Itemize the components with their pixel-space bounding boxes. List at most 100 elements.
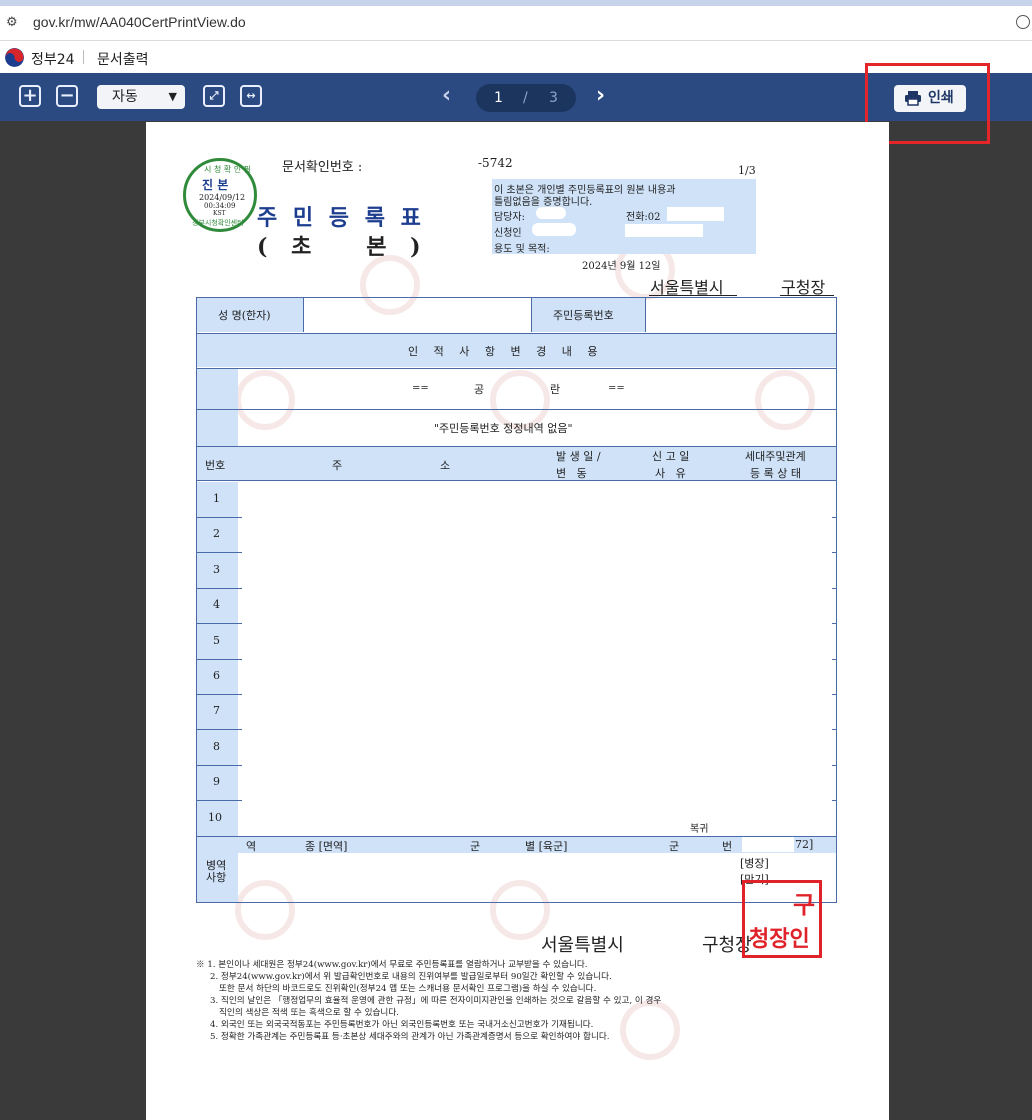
col-status: 등 록 상 태 xyxy=(750,467,801,480)
row-right-tick xyxy=(832,729,836,731)
document-page-indicator: 1/3 xyxy=(738,164,756,177)
note-line: 직인의 색상은 적색 또는 흑색으로 할 수 있습니다. xyxy=(219,1008,399,1018)
brand-name[interactable]: 정부24 xyxy=(31,49,75,69)
redaction xyxy=(625,224,703,237)
row-divider xyxy=(197,800,242,802)
blank-mark-right: == xyxy=(608,383,625,394)
military-kind: 종 [면역] xyxy=(305,840,348,853)
register-table xyxy=(196,297,837,903)
chevron-down-icon: ▼ xyxy=(168,90,177,103)
gov24-logo xyxy=(5,48,24,67)
col-report: 신 고 일 xyxy=(652,450,690,463)
page-separator: / xyxy=(523,90,528,106)
row-divider xyxy=(197,658,242,660)
current-page[interactable]: 1 xyxy=(494,84,503,112)
confirm-label: 문서확인번호 : xyxy=(282,160,363,175)
blank-word2: 란 xyxy=(550,383,561,396)
row-right-tick xyxy=(832,800,836,802)
chevron-left-icon[interactable]: ‹ xyxy=(442,83,451,109)
col-no: 번호 xyxy=(205,459,226,472)
certified-stamp: 시 청 확 인 필 진 본 2024/09/12 00:34:09 KST 정부… xyxy=(183,158,257,232)
personal-section-title: 인 적 사 항 변 경 내 용 xyxy=(408,345,604,358)
col-occur: 발 생 일 / xyxy=(556,450,601,463)
official-seal: 구 청장인 xyxy=(742,880,822,958)
stamp-tz: KST xyxy=(213,210,226,217)
note-line: ※ 1. 본인이나 세대원은 정부24(www.gov.kr)에서 무료로 주민… xyxy=(196,960,588,970)
manager-label: 담당자: xyxy=(494,212,525,223)
row-number: 6 xyxy=(213,669,220,682)
military-number-tail: 72] xyxy=(795,838,814,851)
row-number: 1 xyxy=(213,492,220,505)
row-right-tick xyxy=(832,658,836,660)
row-right-tick xyxy=(832,623,836,625)
row-number: 8 xyxy=(213,739,220,753)
redaction xyxy=(532,223,576,236)
note-line: 또한 문서 하단의 바코드로도 진위확인(정부24 앱 또는 스캐너용 문서확인… xyxy=(219,984,597,994)
page-title: 문서출력 xyxy=(97,52,149,68)
stamp-main: 진 본 xyxy=(202,178,229,192)
document-subtitle: ( 초 본 ) xyxy=(257,234,429,260)
divider xyxy=(303,298,304,332)
stamp-top-text: 시 청 확 인 필 xyxy=(204,165,251,174)
fit-width-icon[interactable]: ↔ xyxy=(240,85,262,107)
col-change: 변 동 xyxy=(556,467,587,480)
military-row xyxy=(197,836,836,853)
divider xyxy=(83,50,84,64)
page-indicator[interactable]: 1 / 3 xyxy=(476,84,576,112)
chevron-right-icon[interactable]: › xyxy=(596,83,605,109)
row-divider xyxy=(197,517,242,518)
blank-mark-left: == xyxy=(412,383,429,394)
phone-label: 전화:02 xyxy=(626,212,661,223)
military-branch: 별 [육군] xyxy=(525,840,568,853)
zoom-select-value: 자동 xyxy=(112,89,138,105)
zoom-in-icon[interactable]: + xyxy=(19,85,41,107)
note-line: 5. 정확한 가족관계는 주민등록표 등·초본상 세대주와의 관계가 아닌 가족… xyxy=(210,1032,610,1042)
row-divider xyxy=(197,587,242,589)
zoom-out-icon[interactable]: − xyxy=(56,85,78,107)
row-divider xyxy=(197,623,242,625)
issue-date: 2024년 9월 12일 xyxy=(582,261,661,272)
col-addr2: 소 xyxy=(440,459,451,472)
stamp-bottom-text: 정부시청확인센터 xyxy=(192,219,244,227)
confirm-number: -5742 xyxy=(478,156,513,170)
reinstate-text: 복귀 xyxy=(690,824,709,835)
zoom-select[interactable]: 자동 ▼ xyxy=(97,85,185,109)
col-household: 세대주및관계 xyxy=(745,450,806,463)
seal-text2: 청장인 xyxy=(749,926,810,952)
divider xyxy=(780,295,834,296)
correction-note: "주민등록번호 정정내역 없음" xyxy=(434,422,573,435)
note-line: 2. 정부24(www.gov.kr)에서 위 발급확인번호로 내용의 진위여부… xyxy=(210,972,612,982)
fit-page-icon[interactable]: ⤢ xyxy=(203,85,225,107)
military-branch-label: 군 xyxy=(470,840,481,853)
row-number: 3 xyxy=(213,562,220,576)
seal-text1: 구 xyxy=(793,890,816,919)
row-right-tick xyxy=(832,552,836,554)
row-right-tick xyxy=(832,587,836,589)
row-divider xyxy=(197,552,242,554)
rrn-label: 주민등록번호 xyxy=(553,309,614,322)
footer-city: 서울특별시 xyxy=(541,935,624,956)
row-right-tick xyxy=(832,517,836,518)
divider xyxy=(645,298,646,332)
row-number: 4 xyxy=(213,598,220,612)
address-table-header xyxy=(197,446,836,481)
row-divider xyxy=(197,729,242,731)
divider xyxy=(197,368,836,369)
divider xyxy=(197,409,836,410)
row-divider xyxy=(197,764,242,766)
row-divider xyxy=(197,694,242,695)
stamp-time: 00:34:09 xyxy=(204,202,236,210)
col-reason: 사 유 xyxy=(655,467,686,480)
zoom-icon[interactable] xyxy=(1016,15,1030,29)
notice-line2: 틀림없음을 증명합니다. xyxy=(494,197,593,208)
military-rank: [병장] xyxy=(740,857,769,870)
col-addr1: 주 xyxy=(332,459,343,472)
row-number: 7 xyxy=(213,704,220,718)
address-bar[interactable]: ⚙ gov.kr/mw/AA040CertPrintView.do xyxy=(0,6,1032,41)
military-type-label: 역 xyxy=(246,840,257,853)
site-settings-icon[interactable]: ⚙ xyxy=(6,15,22,31)
military-number-label2: 번 xyxy=(722,840,733,853)
military-label2: 사항 xyxy=(206,871,227,884)
total-pages: 3 xyxy=(549,90,558,106)
url-text[interactable]: gov.kr/mw/AA040CertPrintView.do xyxy=(33,14,246,30)
